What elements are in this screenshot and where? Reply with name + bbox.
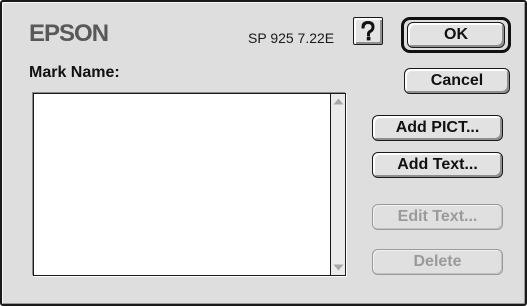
scroll-up-arrow-icon[interactable]: [331, 94, 345, 109]
delete-button[interactable]: Delete: [372, 249, 503, 275]
cancel-button[interactable]: Cancel: [404, 68, 510, 94]
mark-name-list[interactable]: [33, 93, 346, 276]
default-button-ring: OK: [401, 17, 511, 53]
scroll-down-arrow-icon[interactable]: [331, 260, 345, 275]
add-pict-button[interactable]: Add PICT...: [372, 115, 503, 141]
list-scrollbar[interactable]: [330, 94, 345, 275]
edit-text-button[interactable]: Edit Text...: [372, 204, 503, 230]
mark-name-label: Mark Name:: [29, 64, 120, 81]
add-text-button[interactable]: Add Text...: [372, 152, 503, 178]
brand-logo: EPSON: [29, 20, 109, 47]
model-version-label: SP 925 7.22E: [248, 30, 335, 46]
question-mark-icon: [360, 21, 376, 41]
help-button[interactable]: [353, 17, 383, 45]
mark-name-list-content[interactable]: [34, 94, 330, 275]
ok-button[interactable]: OK: [407, 22, 505, 48]
watermark-dialog: EPSON SP 925 7.22E OK Mark Name: Cancel …: [0, 0, 527, 306]
